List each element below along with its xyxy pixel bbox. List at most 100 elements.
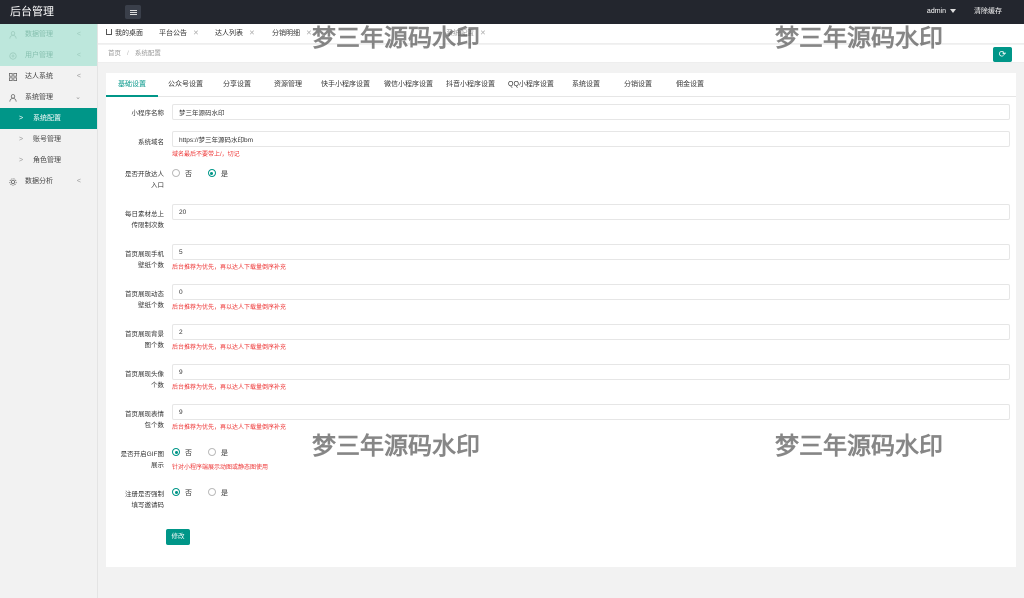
- domain-label: 系统域名: [138, 139, 164, 146]
- mini-name-input[interactable]: [172, 104, 1010, 120]
- close-icon[interactable]: ✕: [480, 30, 486, 37]
- close-icon[interactable]: ✕: [193, 30, 199, 37]
- refresh-button[interactable]: ⟳: [993, 47, 1012, 62]
- user-add-icon: [9, 52, 17, 60]
- invite-yes[interactable]: 是: [207, 488, 228, 500]
- person-icon: [9, 94, 17, 102]
- avatar-hint: 后台推荐为优先，再以达人下载量倒序补充: [172, 385, 287, 391]
- menu-toggle-button[interactable]: [125, 5, 141, 19]
- tab-label: 我的桌面: [115, 30, 143, 37]
- sidebar: 数据管理 < 用户管理 < 达人系统 < 系统管理 ⌄ > 系统配置 > 账号管…: [0, 24, 98, 598]
- sidebar-item-roles[interactable]: > 角色管理: [0, 150, 97, 171]
- label-line: 是否开放达人: [125, 171, 164, 178]
- emoji-label: 首页展现表情 包个数: [108, 409, 164, 431]
- sidebar-item-system[interactable]: 系统管理 ⌄: [0, 87, 97, 108]
- settings-panel: 基础设置 公众号设置 分享设置 资源管理 快手小程序设置 微信小程序设置 抖音小…: [106, 73, 1016, 567]
- sidebar-item-users[interactable]: 用户管理 <: [0, 45, 97, 66]
- tab-kuaishou[interactable]: 快手小程序设置: [321, 73, 370, 97]
- tab-share[interactable]: 分享设置: [223, 73, 251, 97]
- tab-talent-list[interactable]: 达人列表 ✕: [215, 24, 255, 44]
- phone-wallpaper-input[interactable]: [172, 244, 1010, 260]
- emoji-hint: 后台推荐为优先，再以达人下载量倒序补充: [172, 425, 287, 431]
- sidebar-item-system-config[interactable]: > 系统配置: [0, 108, 97, 129]
- sidebar-item-data[interactable]: 数据管理 <: [0, 24, 97, 45]
- gif-hint: 针对小程序端展示动图或静态图使用: [172, 465, 269, 471]
- label-line: 入口: [151, 182, 164, 189]
- breadcrumb: 首页 / 系统配置: [108, 45, 161, 63]
- background-hint: 后台推荐为优先，再以达人下载量倒序补充: [172, 345, 287, 351]
- emoji-input[interactable]: [172, 404, 1010, 420]
- caret-down-icon: [950, 9, 956, 14]
- user-icon: [9, 31, 17, 39]
- radio-icon: [207, 448, 216, 457]
- chevron-left-icon: <: [76, 73, 81, 80]
- label-line: 首页展现手机: [125, 251, 164, 258]
- talent-entry-yes[interactable]: 是: [207, 169, 228, 181]
- tab-label: 平台公告: [159, 30, 187, 37]
- chevron-left-icon: <: [76, 178, 81, 185]
- label-line: 壁纸个数: [138, 302, 164, 309]
- sidebar-item-accounts[interactable]: > 账号管理: [0, 129, 97, 150]
- dynamic-wallpaper-label: 首页展现动态 壁纸个数: [108, 289, 164, 311]
- label-line: 首页展现表情: [125, 411, 164, 418]
- daily-upload-label: 每日素材总上 传限制次数: [108, 209, 164, 231]
- gif-yes[interactable]: 是: [207, 448, 228, 460]
- radio-label: 是: [220, 450, 228, 457]
- sidebar-item-analytics[interactable]: 数据分析 <: [0, 171, 97, 192]
- label-line: 注册是否强制: [125, 491, 164, 498]
- background-input[interactable]: [172, 324, 1010, 340]
- submit-button[interactable]: 修改: [166, 529, 190, 545]
- label-line: 是否开启GIF图: [120, 451, 164, 458]
- tab-commission[interactable]: 佣金设置: [676, 73, 704, 97]
- gif-no[interactable]: 否: [172, 448, 192, 460]
- talent-entry-radio-group: 否 是: [172, 169, 242, 181]
- user-name: admin: [926, 8, 946, 15]
- hamburger-icon: [129, 11, 137, 13]
- sidebar-item-label: 账号管理: [33, 136, 61, 143]
- tab-system-settings[interactable]: 系统设置: [572, 73, 600, 97]
- label-line: 壁纸个数: [138, 262, 164, 269]
- tab-qq[interactable]: QQ小程序设置: [508, 73, 554, 97]
- sidebar-item-label: 用户管理: [25, 52, 53, 59]
- talent-entry-label: 是否开放达人入口: [108, 169, 164, 191]
- watermark: 梦三年源码水印: [312, 432, 480, 460]
- tab-home[interactable]: 我的桌面: [106, 24, 143, 44]
- daily-upload-input[interactable]: [172, 204, 1010, 220]
- tab-distribution[interactable]: 分销明细 ✕: [272, 24, 312, 44]
- label-line: 图个数: [144, 342, 165, 349]
- label-line: 个数: [151, 382, 164, 389]
- radio-icon: [207, 488, 216, 497]
- tab-douyin[interactable]: 抖音小程序设置: [446, 73, 495, 97]
- domain-hint: 域名最后不要带上/，切记: [172, 152, 240, 158]
- chevron-left-icon: <: [76, 31, 81, 38]
- label-line: 每日素材总上: [125, 211, 164, 218]
- breadcrumb-home[interactable]: 首页: [108, 50, 121, 57]
- phone-wallpaper-label: 首页展现手机壁纸个数: [108, 249, 164, 271]
- clear-cache-link[interactable]: 清除缓存: [974, 0, 1002, 24]
- close-icon[interactable]: ✕: [306, 30, 312, 37]
- tab-official-account[interactable]: 公众号设置: [168, 73, 203, 97]
- dynamic-wallpaper-input[interactable]: [172, 284, 1010, 300]
- radio-label: 是: [220, 171, 228, 178]
- sidebar-item-label: 数据管理: [25, 31, 53, 38]
- tab-resources[interactable]: 资源管理: [274, 73, 302, 97]
- tab-distribution-settings[interactable]: 分销设置: [624, 73, 652, 97]
- tab-basic-settings[interactable]: 基础设置: [106, 73, 158, 97]
- close-icon[interactable]: ✕: [249, 30, 255, 37]
- talent-entry-no[interactable]: 否: [172, 169, 192, 181]
- phone-wallpaper-hint: 后台推荐为优先，再以达人下载量倒序补充: [172, 265, 287, 271]
- domain-input[interactable]: [172, 131, 1010, 147]
- breadcrumb-separator: /: [127, 50, 129, 57]
- sidebar-item-talent[interactable]: 达人系统 <: [0, 66, 97, 87]
- refresh-icon: ⟳: [998, 49, 1007, 59]
- label-line: 首页展现头像: [125, 371, 164, 378]
- chevron-left-icon: <: [76, 52, 81, 59]
- breadcrumb-current: 系统配置: [134, 50, 161, 57]
- tab-label: 分销明细: [272, 30, 300, 37]
- avatar-input[interactable]: [172, 364, 1010, 380]
- dynamic-wallpaper-hint: 后台推荐为优先，再以达人下载量倒序补充: [172, 305, 287, 311]
- tab-announcement[interactable]: 平台公告 ✕: [159, 24, 199, 44]
- tab-wechat[interactable]: 微信小程序设置: [384, 73, 433, 97]
- invite-no[interactable]: 否: [172, 488, 192, 500]
- invite-label: 注册是否强制 填写邀请码: [108, 489, 164, 511]
